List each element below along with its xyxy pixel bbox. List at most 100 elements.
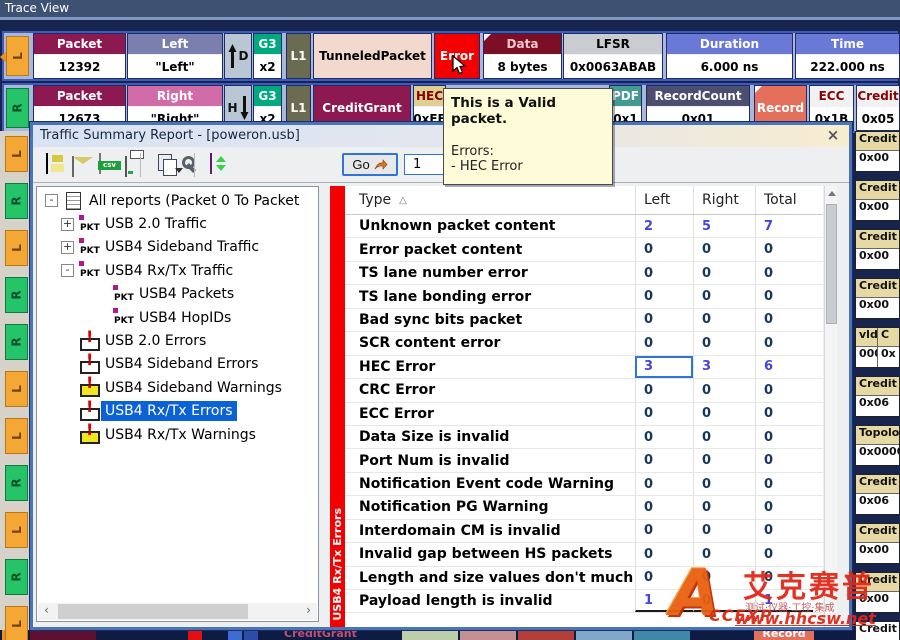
scroll-right-icon[interactable]: › — [300, 603, 317, 620]
column-header-left[interactable]: Left — [635, 186, 693, 214]
tree-horizontal-scrollbar[interactable]: ‹ › — [38, 603, 317, 620]
go-button[interactable]: Go — [342, 153, 398, 176]
row1-gen-speed-cell[interactable]: G3 x2 — [253, 33, 282, 79]
right-count-cell[interactable]: 0 — [693, 473, 755, 495]
left-count-cell[interactable]: 0 — [635, 403, 693, 425]
trace-field-cell[interactable]: Credit 0x00 — [855, 229, 900, 270]
trace-field-cell[interactable]: Credit 0x06 — [855, 376, 900, 417]
right-count-cell[interactable]: 3 — [693, 356, 755, 378]
left-count-cell[interactable]: 0 — [635, 309, 693, 331]
table-row[interactable]: Invalid gap between HS packets 0 0 0 — [345, 543, 823, 566]
column-header-type[interactable]: Type △ — [345, 192, 635, 208]
right-count-cell[interactable]: 0 — [693, 449, 755, 471]
tree-expander[interactable]: - — [45, 194, 58, 207]
tree-item[interactable]: USB4 Sideband Errors — [37, 353, 318, 376]
tree-item[interactable]: + PKT USB4 Sideband Traffic — [37, 236, 318, 259]
table-row[interactable]: Notification Event code Warning 0 0 0 — [345, 473, 823, 496]
total-count-cell[interactable]: 0 — [755, 473, 813, 495]
total-count-cell[interactable]: 0 — [755, 285, 813, 307]
trace-field-cell[interactable]: Credit 0x00 — [855, 278, 900, 319]
table-header[interactable]: Type △ Left Right Total — [345, 186, 823, 215]
table-row[interactable]: Bad sync bits packet 0 0 0 — [345, 309, 823, 332]
row1-data-cell[interactable]: Data 8 bytes — [483, 33, 562, 79]
row1-packet-cell[interactable]: Packet 12392 — [33, 33, 126, 79]
left-count-cell[interactable]: 0 — [635, 496, 693, 518]
table-row[interactable]: Data Size is invalid 0 0 0 — [345, 426, 823, 449]
left-count-cell[interactable]: 0 — [635, 379, 693, 401]
trace-link-tab[interactable]: L — [5, 418, 28, 454]
total-count-cell[interactable]: 0 — [755, 543, 813, 565]
scrollbar-thumb[interactable] — [826, 204, 837, 324]
right-count-cell[interactable]: 0 — [693, 332, 755, 354]
tree-item[interactable]: PKT USB4 Packets — [37, 283, 318, 306]
left-count-cell[interactable]: 0 — [635, 543, 693, 565]
trace-link-tab[interactable]: L — [5, 230, 28, 266]
total-count-cell[interactable]: 0 — [755, 496, 813, 518]
left-count-cell[interactable]: 0 — [635, 520, 693, 542]
table-row[interactable]: TS lane number error 0 0 0 — [345, 262, 823, 285]
total-count-cell[interactable]: 0 — [755, 262, 813, 284]
total-count-cell[interactable]: 0 — [755, 403, 813, 425]
table-row[interactable]: SCR content error 0 0 0 — [345, 332, 823, 355]
table-row[interactable]: Error packet content 0 0 0 — [345, 238, 823, 261]
trace-link-tab[interactable]: L — [5, 512, 28, 548]
trace-field-cell[interactable]: Credit 0x00 — [855, 131, 900, 172]
row2-link-tab[interactable]: R — [6, 88, 29, 128]
left-count-cell[interactable]: 0 — [635, 449, 693, 471]
tree-item[interactable]: - PKT USB4 Rx/Tx Traffic — [37, 259, 318, 282]
total-count-cell[interactable]: 0 — [755, 238, 813, 260]
scroll-up-icon[interactable] — [825, 186, 838, 200]
trace-link-tab[interactable]: L — [5, 606, 28, 640]
trace-link-tab[interactable]: L — [5, 136, 28, 172]
row1-link-cell[interactable]: Left "Left" — [127, 33, 223, 79]
tree-item[interactable]: USB4 Rx/Tx Errors — [37, 400, 318, 423]
total-count-cell[interactable]: 0 — [755, 520, 813, 542]
tree-expander[interactable]: - — [61, 264, 74, 277]
close-icon[interactable]: × — [824, 126, 842, 144]
scrollbar-track[interactable] — [55, 603, 300, 620]
tree-item[interactable]: + PKT USB 2.0 Traffic — [37, 212, 318, 235]
total-count-cell[interactable]: 0 — [755, 426, 813, 448]
right-count-cell[interactable]: 0 — [693, 590, 755, 612]
tree-item[interactable]: - All reports (Packet 0 To Packet — [37, 189, 318, 212]
trace-link-tab[interactable]: R — [5, 324, 28, 360]
row1-time-cell[interactable]: Time 222.000 ns — [795, 33, 900, 79]
row1-packet-type-cell[interactable]: TunneledPacket — [313, 33, 432, 79]
table-vertical-scrollbar[interactable] — [824, 186, 837, 627]
trace-field-cell[interactable]: vldC 0000x — [855, 327, 900, 368]
left-count-cell[interactable]: 3 — [635, 356, 693, 378]
trace-field-cell[interactable]: Credit 0x00 — [855, 572, 900, 613]
table-row[interactable]: Unknown packet content 2 5 7 — [345, 215, 823, 238]
right-count-cell[interactable]: 0 — [693, 285, 755, 307]
scrollbar-thumb[interactable] — [58, 604, 248, 619]
table-row[interactable]: ECC Error 0 0 0 — [345, 403, 823, 426]
scroll-left-icon[interactable]: ‹ — [38, 603, 55, 620]
trace-field-cell[interactable]: Credit 0x06 — [855, 474, 900, 515]
column-header-right[interactable]: Right — [693, 186, 755, 214]
right-count-cell[interactable]: 0 — [693, 379, 755, 401]
total-count-cell[interactable]: 0 — [755, 567, 813, 589]
left-count-cell[interactable]: 0 — [635, 473, 693, 495]
trace-link-tab[interactable]: R — [5, 465, 28, 501]
left-count-cell[interactable]: 1 — [635, 590, 693, 612]
total-count-cell[interactable]: 0 — [755, 379, 813, 401]
right-count-cell[interactable]: 0 — [693, 426, 755, 448]
row1-lfsr-cell[interactable]: LFSR 0x0063ABAB — [563, 33, 663, 79]
row2-credit-cell[interactable]: Credit 0x05 — [856, 85, 900, 131]
email-export-icon[interactable] — [72, 156, 74, 177]
table-row[interactable]: HEC Error 3 3 6 — [345, 356, 823, 379]
table-row[interactable]: Notification PG Warning 0 0 0 — [345, 496, 823, 519]
right-count-cell[interactable]: 0 — [693, 403, 755, 425]
table-row[interactable]: Port Num is invalid 0 0 0 — [345, 449, 823, 472]
right-count-cell[interactable]: 0 — [693, 543, 755, 565]
table-row[interactable]: Length and size values don't much 0 0 0 — [345, 567, 823, 590]
left-count-cell[interactable]: 0 — [635, 285, 693, 307]
tree-expander[interactable]: + — [61, 218, 74, 231]
left-count-cell[interactable]: 0 — [635, 332, 693, 354]
right-count-cell[interactable]: 5 — [693, 215, 755, 237]
row1-link-tab[interactable]: L — [6, 36, 29, 76]
tree-expander[interactable]: + — [61, 241, 74, 254]
left-count-cell[interactable]: 2 — [635, 215, 693, 237]
expand-all-icon[interactable] — [210, 153, 212, 174]
table-row[interactable]: TS lane bonding error 0 0 0 — [345, 285, 823, 308]
